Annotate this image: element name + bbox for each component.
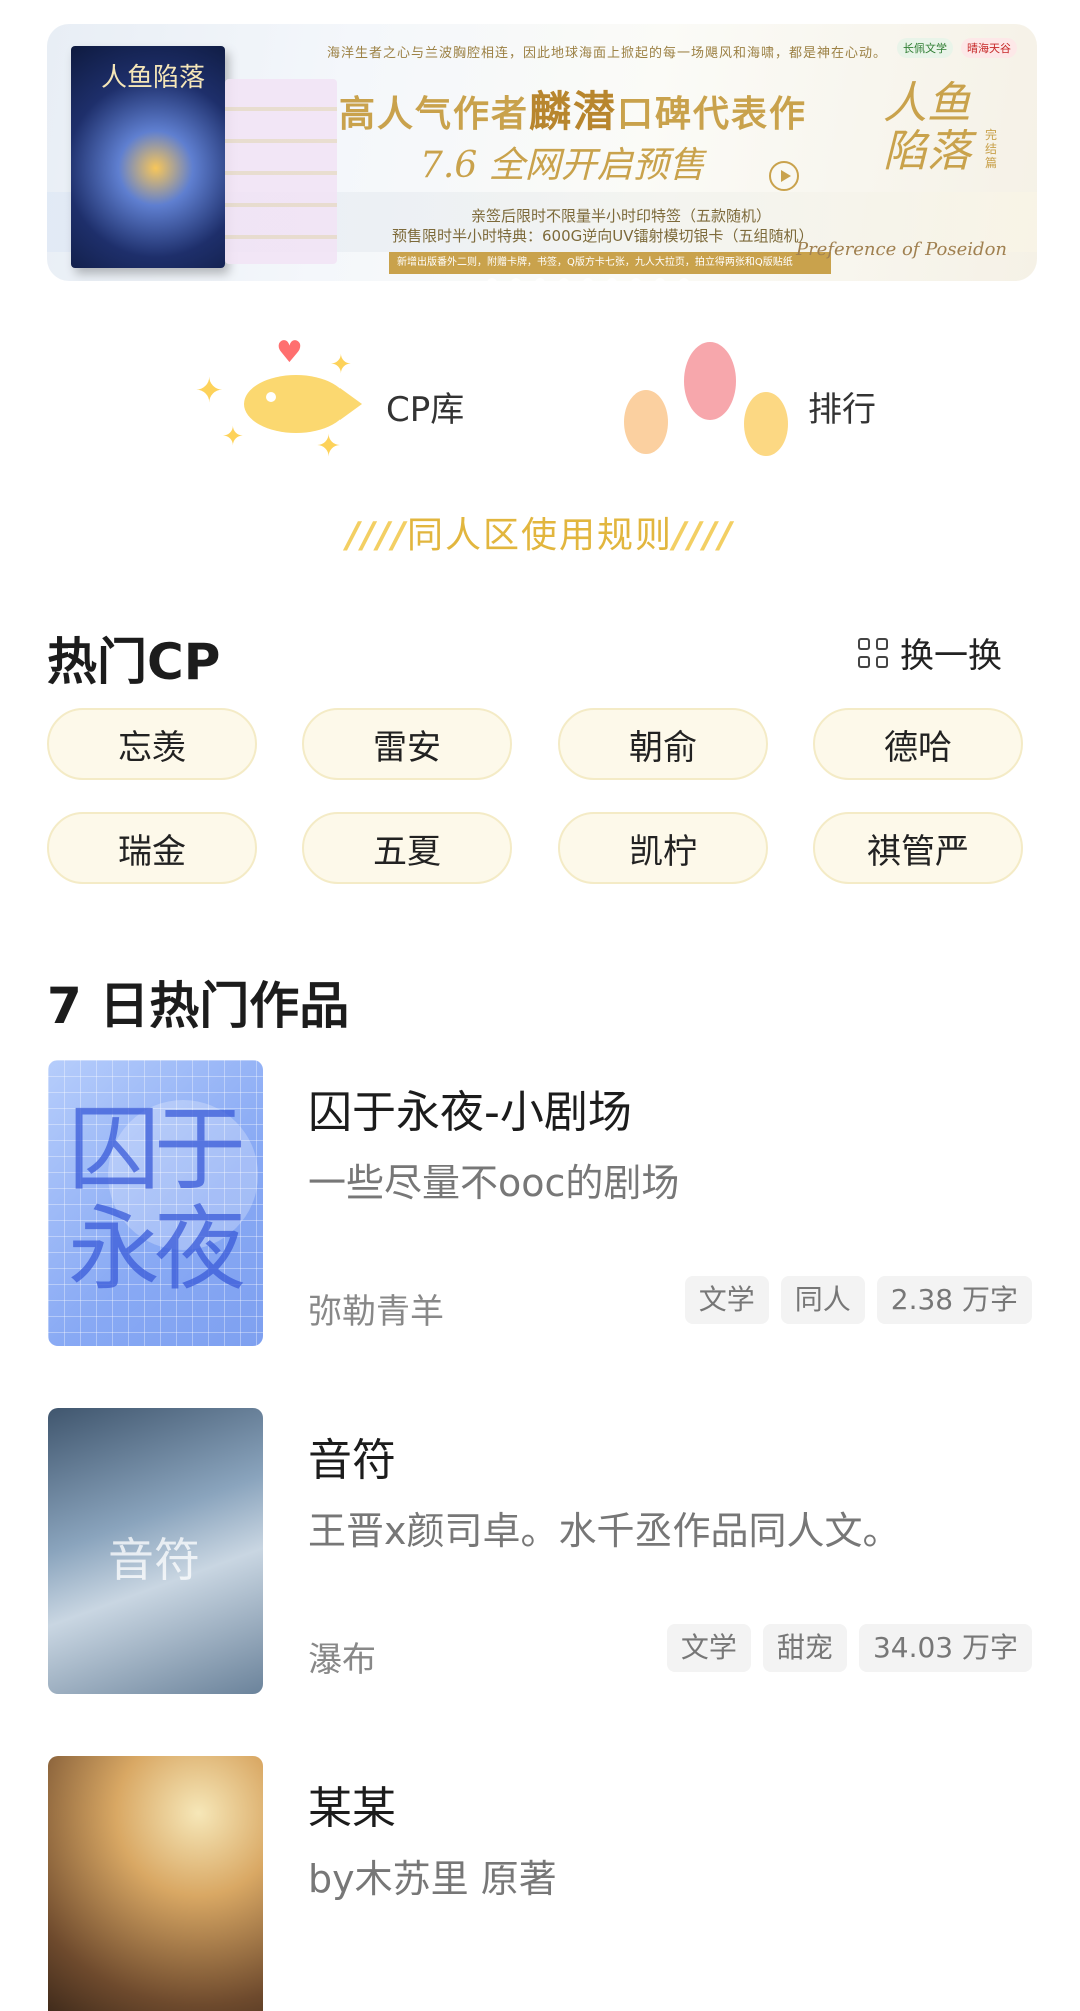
work-cover-image: 囚于永夜 (48, 1060, 263, 1346)
sparkle-icon: ✦ (316, 429, 342, 464)
ranking-label-wrap: 排行 (808, 382, 876, 431)
fish-center (684, 342, 736, 420)
fish-body (244, 375, 348, 433)
partner-logo: 晴海天谷 (961, 38, 1017, 58)
refresh-label: 换一换 (900, 636, 1002, 676)
work-tags: 文学 甜宠 34.03 万字 (666, 1624, 1032, 1672)
headline-author: 麟潜 (529, 87, 618, 136)
cp-chip[interactable]: 五夏 (302, 812, 512, 884)
work-card[interactable]: 音符 音符 王晋x颜司卓。水千丞作品同人文。 瀑布 文学 甜宠 34.03 万字 (48, 1408, 1032, 1694)
refresh-button[interactable]: 换一换 (858, 628, 1002, 677)
banner-tagline: 海洋生者之心与兰波胸腔相连，因此地球海面上掀起的每一场飓风和海啸，都是神在心动。 (327, 46, 888, 61)
fish-left (624, 390, 668, 454)
work-card[interactable]: 某某 by木苏里 原著 (48, 1756, 1032, 2011)
banner-logos: 长佩文学 晴海天谷 (897, 38, 1017, 58)
cover-calligraphy: 囚于永夜 (68, 1096, 246, 1303)
tag-word-count: 34.03 万字 (858, 1624, 1032, 1672)
cp-library-label-wrap: CP库 (386, 382, 464, 431)
banner-vertical-subtitle: 完结篇 (985, 128, 998, 170)
work-card[interactable]: 囚于永夜 囚于永夜-小剧场 一些尽量不ooc的剧场 弥勒青羊 文学 同人 2.3… (48, 1060, 1032, 1346)
carousel-dot[interactable] (511, 278, 521, 281)
tag-genre: 文学 (666, 1624, 751, 1672)
work-cover-image (48, 1756, 263, 2011)
work-title: 音符 (308, 1435, 396, 1486)
carousel-dot[interactable] (487, 278, 497, 281)
cp-chip[interactable]: 朝俞 (558, 708, 768, 780)
ranking-label: 排行 (808, 390, 876, 430)
carousel-indicator[interactable] (487, 278, 689, 281)
work-tags: 文学 同人 2.38 万字 (684, 1276, 1032, 1324)
fish-right (744, 392, 788, 456)
book-cover-image: 人鱼陷落 (71, 46, 225, 268)
work-description: 一些尽量不ooc的剧场 (308, 1161, 680, 1205)
rules-label: 同人区使用规则 (406, 515, 673, 556)
promo-banner[interactable]: 人鱼陷落 海洋生者之心与兰波胸腔相连，因此地球海面上掀起的每一场飓风和海啸，都是… (47, 24, 1037, 281)
cp-chip[interactable]: 祺管严 (813, 812, 1023, 884)
fish-eye (266, 392, 276, 402)
carousel-dot[interactable] (559, 278, 569, 281)
carousel-dot[interactable] (583, 278, 593, 281)
sparkle-icon: ✦ (195, 371, 224, 411)
carousel-dot[interactable] (631, 278, 641, 281)
carousel-dot[interactable] (607, 278, 617, 281)
work-cover-image: 音符 (48, 1408, 263, 1694)
hot-works-title: 7 日热门作品 (47, 977, 350, 1035)
publisher-logo: 长佩文学 (897, 38, 953, 58)
book-cover-title: 人鱼陷落 (101, 63, 206, 93)
sparkle-icon: ✦ (222, 422, 244, 452)
bonus-cards-image (225, 79, 337, 264)
banner-vertical-title: 人鱼陷落 (883, 78, 971, 177)
fish-tail (340, 388, 362, 420)
cp-chip[interactable]: 凯柠 (558, 812, 768, 884)
tag-genre: 文学 (684, 1276, 769, 1324)
work-title: 某某 (308, 1783, 396, 1834)
cp-chip[interactable]: 忘羡 (47, 708, 257, 780)
cp-chip[interactable]: 雷安 (302, 708, 512, 780)
tag-category: 同人 (780, 1276, 865, 1324)
work-title: 囚于永夜-小剧场 (308, 1087, 632, 1138)
banner-detail-line2: 预售限时半小时特典：600G逆向UV镭射模切银卡（五组随机） (392, 227, 814, 245)
play-icon[interactable] (769, 161, 799, 191)
banner-english-title: Preference of Poseidon (795, 239, 1007, 260)
cover-text: 音符 (108, 1533, 200, 1587)
rules-decoration-right: //// (673, 515, 734, 556)
heart-icon: ♥ (276, 335, 303, 370)
presale-date: 7.6 全网开启预售 (420, 145, 705, 186)
carousel-dot[interactable] (679, 278, 689, 281)
work-description: by木苏里 原著 (308, 1857, 557, 1901)
headline-suffix: 口碑代表作 (617, 93, 808, 135)
tag-category: 甜宠 (762, 1624, 847, 1672)
headline-prefix: 高人气作者 (339, 93, 530, 135)
carousel-dot[interactable] (655, 278, 665, 281)
hot-cp-title: 热门CP (47, 633, 221, 691)
carousel-dot[interactable] (535, 278, 545, 281)
cp-chip[interactable]: 瑞金 (47, 812, 257, 884)
usage-rules-link[interactable]: ////同人区使用规则//// (320, 506, 760, 558)
sparkle-icon: ✦ (330, 350, 352, 380)
grid-icon (858, 637, 888, 668)
work-author: 弥勒青羊 (308, 1292, 444, 1332)
cp-library-label: CP库 (386, 390, 465, 430)
cp-chip[interactable]: 德哈 (813, 708, 1023, 780)
banner-bonus-strip: 新增出版番外二则，附赠卡牌，书签，Q版方卡七张，九人大拉页，拍立得两张和Q版贴纸 (389, 252, 831, 274)
work-description: 王晋x颜司卓。水千丞作品同人文。 (308, 1509, 901, 1553)
banner-headline: 高人气作者麟潜口碑代表作 (339, 78, 807, 139)
work-author: 瀑布 (308, 1640, 376, 1680)
rules-decoration-left: //// (346, 515, 407, 556)
tag-word-count: 2.38 万字 (876, 1276, 1032, 1324)
banner-detail-line1: 亲签后限时不限量半小时印特签（五款随机） (471, 207, 772, 225)
